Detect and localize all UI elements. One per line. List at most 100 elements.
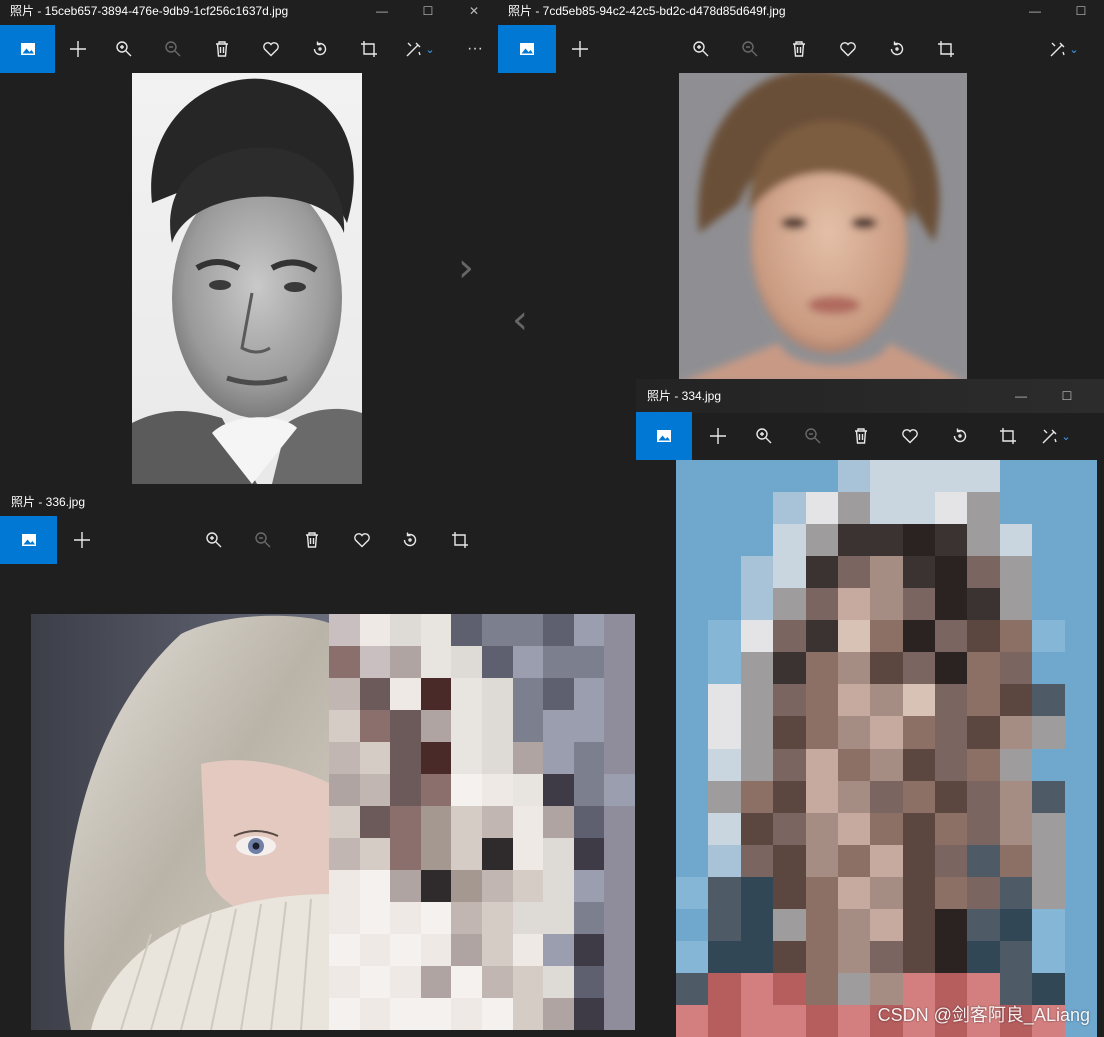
pixel-block [676, 460, 709, 493]
pixel-block [935, 492, 968, 525]
pixel-block [676, 844, 709, 877]
pixel-block [451, 998, 482, 1030]
edit-icon [406, 42, 422, 57]
zoom-in-button[interactable] [104, 25, 144, 73]
delete-button[interactable] [841, 412, 881, 460]
pixel-block [837, 940, 871, 973]
rotate-button[interactable] [300, 25, 340, 73]
add-button[interactable] [58, 25, 98, 73]
delete-button[interactable] [202, 25, 242, 73]
view-photo-button[interactable] [636, 412, 692, 460]
view-photo-button[interactable] [0, 25, 55, 73]
pixel-block [708, 588, 741, 621]
zoom-out-button[interactable] [730, 25, 770, 73]
maximize-button[interactable]: ☐ [405, 0, 451, 22]
rotate-button[interactable] [877, 25, 917, 73]
add-button[interactable] [698, 412, 738, 460]
pixel-block [420, 806, 452, 838]
pixel-block [512, 966, 544, 998]
pixel-block [837, 524, 871, 557]
pixel-block [708, 684, 741, 717]
zoom-in-button[interactable] [681, 25, 721, 73]
zoom-out-button[interactable] [793, 412, 833, 460]
pixel-block [740, 492, 774, 525]
pixel-block [543, 710, 574, 742]
zoom-out-button[interactable] [243, 516, 283, 564]
zoom-in-icon [206, 532, 222, 548]
edit-button[interactable]: ⌄ [1042, 25, 1086, 73]
favorite-icon [354, 533, 370, 548]
zoom-out-button[interactable] [153, 25, 193, 73]
pixel-block [359, 934, 391, 966]
pixel-block [837, 588, 871, 621]
delete-icon [216, 41, 228, 57]
view-photo-button[interactable] [498, 25, 556, 73]
rotate-button[interactable] [390, 516, 430, 564]
edit-button[interactable]: ⌄ [1034, 412, 1078, 460]
pixel-block [870, 716, 903, 749]
pixel-block [359, 774, 391, 806]
pixel-block [482, 806, 513, 838]
delete-button[interactable] [779, 25, 819, 73]
pixel-block [390, 870, 421, 902]
edit-button[interactable]: ⌄ [398, 25, 442, 73]
pixel-block [935, 844, 968, 877]
rotate-button[interactable] [940, 412, 980, 460]
add-icon [74, 532, 90, 548]
add-button[interactable] [62, 516, 102, 564]
pixel-block [573, 870, 605, 902]
crop-button[interactable] [988, 412, 1028, 460]
crop-button[interactable] [349, 25, 389, 73]
pixel-block [359, 710, 391, 742]
crop-button[interactable] [926, 25, 966, 73]
pixel-block [512, 838, 544, 870]
favorite-button[interactable] [890, 412, 930, 460]
minimize-button[interactable]: — [1012, 0, 1058, 22]
view-photo-icon [20, 43, 35, 55]
crop-button[interactable] [440, 516, 480, 564]
maximize-button[interactable]: ☐ [1044, 385, 1090, 407]
zoom-in-icon [756, 428, 772, 444]
delete-button[interactable] [292, 516, 332, 564]
pixel-block [902, 812, 936, 845]
view-photo-button[interactable] [0, 516, 57, 564]
pixel-block [420, 710, 452, 742]
toolbar [0, 516, 498, 564]
photo-blonde-half-pixelated [31, 614, 635, 1030]
pixel-block [773, 524, 806, 557]
pixel-block [1064, 652, 1097, 685]
crop-icon [361, 41, 377, 57]
favorite-button[interactable] [342, 516, 382, 564]
pixel-block [967, 684, 1000, 717]
pixel-block [805, 492, 838, 525]
zoom-in-button[interactable] [744, 412, 784, 460]
minimize-button[interactable]: — [359, 0, 405, 22]
rotate-icon [890, 41, 904, 56]
next-arrow[interactable]: › [458, 248, 474, 288]
pixel-block [837, 748, 871, 781]
add-button[interactable] [560, 25, 600, 73]
pixel-block [999, 684, 1033, 717]
pixel-block [773, 620, 806, 653]
previous-arrow[interactable]: ‹ [512, 300, 528, 340]
title-bar: 照片 - 334.jpg — ☐ [636, 379, 1104, 413]
close-button[interactable]: ✕ [451, 0, 497, 22]
pixel-block [967, 620, 1000, 653]
pixel-block [329, 806, 360, 838]
pixel-block [708, 716, 741, 749]
pixel-block [676, 588, 709, 621]
rotate-icon [403, 532, 417, 547]
maximize-button[interactable]: ☐ [1058, 0, 1104, 22]
favorite-button[interactable] [251, 25, 291, 73]
pixel-block [573, 838, 605, 870]
crop-icon [938, 41, 954, 57]
pixel-block [740, 940, 774, 973]
edit-icon [1050, 42, 1066, 57]
more-button[interactable]: ··· [455, 25, 495, 73]
pixel-block [902, 652, 936, 685]
minimize-button[interactable]: — [998, 385, 1044, 407]
favorite-button[interactable] [828, 25, 868, 73]
zoom-in-button[interactable] [194, 516, 234, 564]
pixel-block [837, 556, 871, 589]
pixel-block [482, 774, 513, 806]
